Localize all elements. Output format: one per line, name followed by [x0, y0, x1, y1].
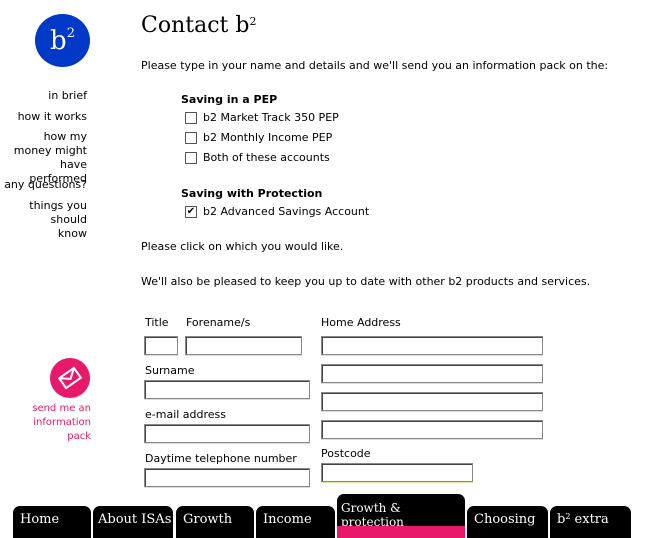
phone-label: Daytime telephone number [145, 452, 297, 465]
page-title-text: Contact b [141, 13, 250, 38]
checkbox[interactable] [185, 151, 197, 164]
surname-label: Surname [145, 364, 195, 377]
envelope-icon[interactable] [50, 358, 90, 398]
address-line-2[interactable] [321, 364, 543, 383]
address-label: Home Address [321, 316, 401, 329]
address-line-3[interactable] [321, 392, 543, 411]
sidebar-item-things-to-know[interactable]: things you should know [20, 199, 87, 241]
logo-letter: b [50, 25, 67, 56]
page-title-sup: 2 [249, 15, 257, 28]
tab-about-isas[interactable]: About ISAs [93, 506, 173, 538]
logo-superscript: 2 [66, 26, 75, 41]
protection-option-advanced-savings[interactable]: ✔ b2 Advanced Savings Account [185, 205, 369, 218]
email-input[interactable] [144, 424, 310, 443]
pep-option-monthly-income[interactable]: b2 Monthly Income PEP [185, 131, 332, 144]
b2-logo[interactable]: b2 [35, 14, 90, 67]
section-pep-heading: Saving in a PEP [181, 93, 278, 106]
surname-input[interactable] [144, 380, 310, 399]
send-info-pack-link[interactable]: send me an information pack [20, 402, 91, 444]
postcode-input[interactable] [321, 463, 473, 482]
checkbox-checked[interactable]: ✔ [185, 205, 197, 218]
update-note: We'll also be pleased to keep you up to … [141, 275, 591, 288]
tab-income[interactable]: Income [256, 506, 335, 538]
tab-growth-protection[interactable]: Growth & protection [337, 494, 465, 538]
sidebar-item-in-brief[interactable]: in brief [0, 89, 87, 103]
tab-b2-extra[interactable]: b2 extra [550, 506, 631, 538]
pep-option-market-track[interactable]: b2 Market Track 350 PEP [185, 111, 339, 124]
pep-option-both[interactable]: Both of these accounts [185, 151, 330, 164]
tab-choosing[interactable]: Choosing [467, 506, 548, 538]
checkbox[interactable] [185, 131, 197, 144]
phone-input[interactable] [144, 468, 310, 487]
address-line-1[interactable] [321, 336, 543, 355]
option-label: Both of these accounts [203, 151, 330, 164]
page-title: Contact b2 [141, 13, 256, 38]
postcode-label: Postcode [321, 447, 371, 460]
sidebar-item-how-it-works[interactable]: how it works [0, 110, 87, 124]
checkbox[interactable] [185, 111, 197, 124]
section-protection-heading: Saving with Protection [181, 187, 323, 200]
click-instruction: Please click on which you would like. [141, 240, 344, 253]
email-label: e-mail address [145, 408, 227, 421]
option-label: b2 Advanced Savings Account [203, 205, 370, 218]
option-label: b2 Monthly Income PEP [203, 131, 333, 144]
title-label: Title [145, 316, 169, 329]
tab-label: Growth & protection [341, 501, 404, 529]
sidebar-item-questions[interactable]: any questions? [0, 178, 87, 192]
forename-label: Forename/s [186, 316, 251, 329]
tab-growth[interactable]: Growth [176, 506, 254, 538]
address-line-4[interactable] [321, 420, 543, 439]
tab-label-suffix: extra [570, 512, 609, 527]
title-input[interactable] [144, 336, 178, 355]
forename-input[interactable] [185, 336, 302, 355]
tab-home[interactable]: Home [13, 506, 91, 538]
intro-text: Please type in your name and details and… [141, 59, 609, 72]
option-label: b2 Market Track 350 PEP [203, 111, 339, 124]
active-tab-indicator [337, 526, 465, 538]
